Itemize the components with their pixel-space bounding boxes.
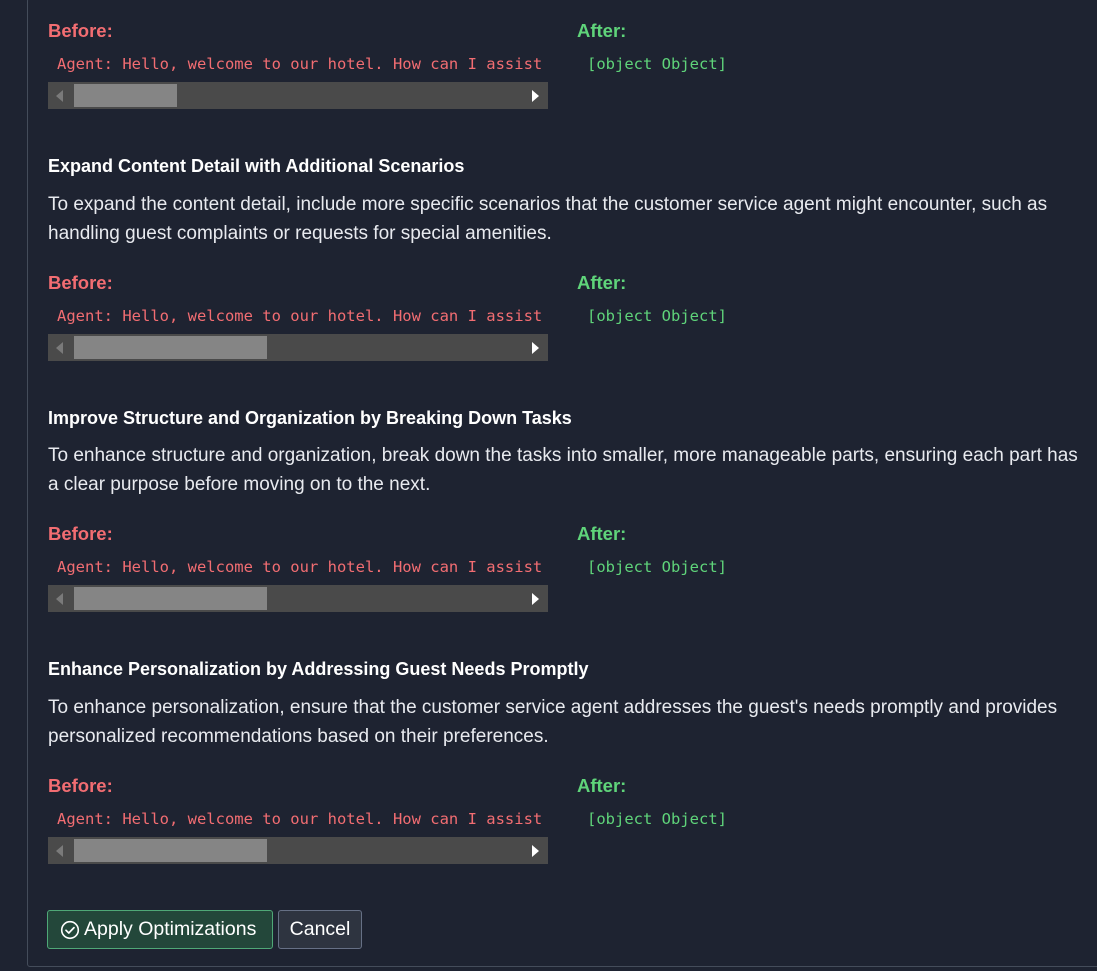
after-label: After: xyxy=(577,272,627,293)
after-label: After: xyxy=(577,20,627,41)
scroll-right-arrow-icon[interactable] xyxy=(532,845,539,857)
cancel-label: Cancel xyxy=(289,918,351,940)
section-description: To enhance structure and organization, b… xyxy=(48,445,1078,495)
scroll-right-arrow-icon[interactable] xyxy=(532,90,539,102)
horizontal-scrollbar[interactable] xyxy=(48,82,548,109)
before-code: Agent: Hello, welcome to our hotel. How … xyxy=(57,55,543,73)
before-code: Agent: Hello, welcome to our hotel. How … xyxy=(57,558,543,576)
horizontal-scrollbar[interactable] xyxy=(48,334,548,361)
scroll-thumb[interactable] xyxy=(74,336,267,359)
after-code: [object Object] xyxy=(587,558,727,576)
apply-optimizations-button[interactable]: Apply Optimizations xyxy=(47,910,273,949)
horizontal-scrollbar[interactable] xyxy=(48,585,548,612)
section-title: Improve Structure and Organization by Br… xyxy=(48,408,572,428)
after-code: [object Object] xyxy=(587,810,727,828)
before-label: Before: xyxy=(48,20,113,41)
apply-optimizations-label: Apply Optimizations xyxy=(84,918,257,940)
scroll-left-arrow-icon[interactable] xyxy=(56,593,63,605)
before-after-comparison: Before: After: Agent: Hello, welcome to … xyxy=(48,775,1093,865)
before-code: Agent: Hello, welcome to our hotel. How … xyxy=(57,307,543,325)
before-after-comparison: Before: After: Agent: Hello, welcome to … xyxy=(48,20,1093,110)
section-title: Enhance Personalization by Addressing Gu… xyxy=(48,659,589,679)
scroll-right-arrow-icon[interactable] xyxy=(532,593,539,605)
after-code: [object Object] xyxy=(587,55,727,73)
scroll-thumb[interactable] xyxy=(74,587,267,610)
check-circle-icon xyxy=(60,920,80,939)
cancel-button[interactable]: Cancel xyxy=(278,910,362,949)
after-label: After: xyxy=(577,523,627,544)
section-description: To enhance personalization, ensure that … xyxy=(48,697,1058,747)
horizontal-scrollbar[interactable] xyxy=(48,837,548,864)
scroll-thumb[interactable] xyxy=(74,839,267,862)
scroll-left-arrow-icon[interactable] xyxy=(56,90,63,102)
before-after-comparison: Before: After: Agent: Hello, welcome to … xyxy=(48,523,1093,613)
before-after-comparison: Before: After: Agent: Hello, welcome to … xyxy=(48,272,1093,362)
before-code: Agent: Hello, welcome to our hotel. How … xyxy=(57,810,543,828)
scroll-left-arrow-icon[interactable] xyxy=(56,845,63,857)
scroll-right-arrow-icon[interactable] xyxy=(532,342,539,354)
section-title: Expand Content Detail with Additional Sc… xyxy=(48,156,465,176)
after-code: [object Object] xyxy=(587,307,727,325)
scroll-left-arrow-icon[interactable] xyxy=(56,342,63,354)
before-label: Before: xyxy=(48,775,113,796)
section-description: To expand the content detail, include mo… xyxy=(48,194,1048,244)
before-label: Before: xyxy=(48,523,113,544)
before-label: Before: xyxy=(48,272,113,293)
scroll-thumb[interactable] xyxy=(74,84,177,107)
after-label: After: xyxy=(577,775,627,796)
